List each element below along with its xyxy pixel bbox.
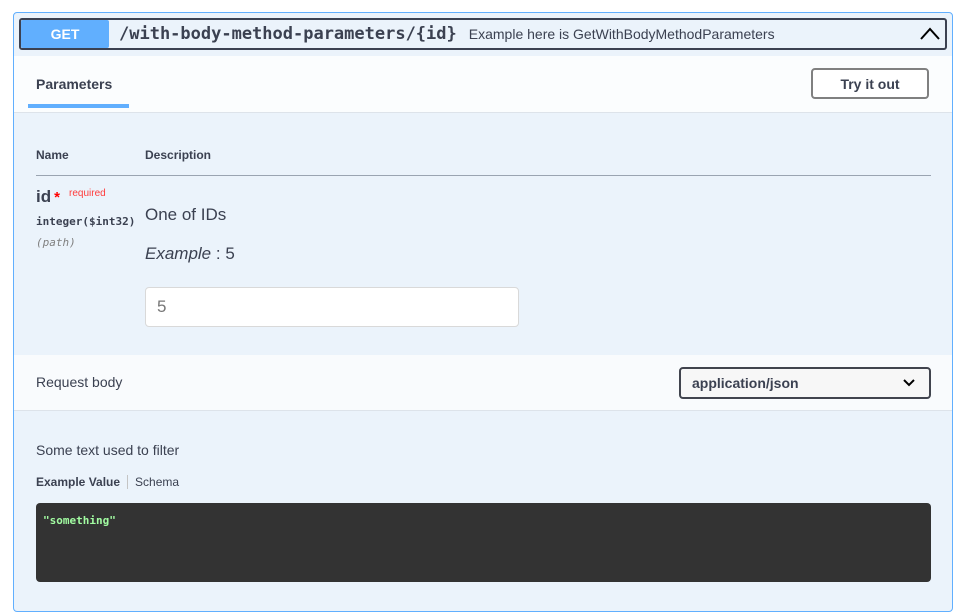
column-header-description: Description <box>145 148 212 162</box>
example-code-block: "something" <box>36 503 931 582</box>
request-body-header: Request body application/json <box>14 355 952 411</box>
param-type: integer($int32) <box>36 215 136 228</box>
operation-path: /with-body-method-parameters/{id} <box>119 24 457 44</box>
chevron-up-icon[interactable] <box>919 24 941 44</box>
request-body-description: Some text used to filter <box>36 442 180 458</box>
param-description: One of IDs <box>145 205 227 224</box>
tab-schema[interactable]: Schema <box>135 475 179 489</box>
tab-example-value[interactable]: Example Value <box>36 475 120 489</box>
operation-summary[interactable]: GET /with-body-method-parameters/{id} Ex… <box>19 18 947 50</box>
required-label: required <box>69 188 106 199</box>
try-it-out-button[interactable]: Try it out <box>811 68 929 99</box>
method-badge: GET <box>21 20 109 48</box>
operation-block: GET /with-body-method-parameters/{id} Ex… <box>13 12 953 612</box>
table-divider <box>36 175 931 176</box>
example-label: Example <box>145 244 212 263</box>
chevron-down-icon <box>903 379 915 387</box>
example-code: "something" <box>43 514 116 527</box>
example-value: : 5 <box>215 244 235 263</box>
tab-parameters[interactable]: Parameters <box>36 76 112 92</box>
request-body-title: Request body <box>36 374 123 390</box>
param-example: Example : 5 <box>145 244 235 264</box>
parameters-tab-header: Parameters Try it out <box>14 56 952 113</box>
content-type-select[interactable]: application/json <box>679 367 931 399</box>
param-name-text: id <box>36 187 52 206</box>
example-tabs: Example Value Schema <box>36 475 179 489</box>
operation-description: Example here is GetWithBodyMethodParamet… <box>468 26 775 42</box>
param-location: (path) <box>36 236 76 249</box>
required-star: * <box>54 189 60 206</box>
id-input[interactable]: 5 <box>145 287 519 327</box>
content-type-value: application/json <box>692 375 799 391</box>
param-name: id * <box>36 187 60 207</box>
tab-active-indicator <box>28 104 129 108</box>
tab-separator <box>127 475 129 489</box>
column-header-name: Name <box>36 148 69 162</box>
